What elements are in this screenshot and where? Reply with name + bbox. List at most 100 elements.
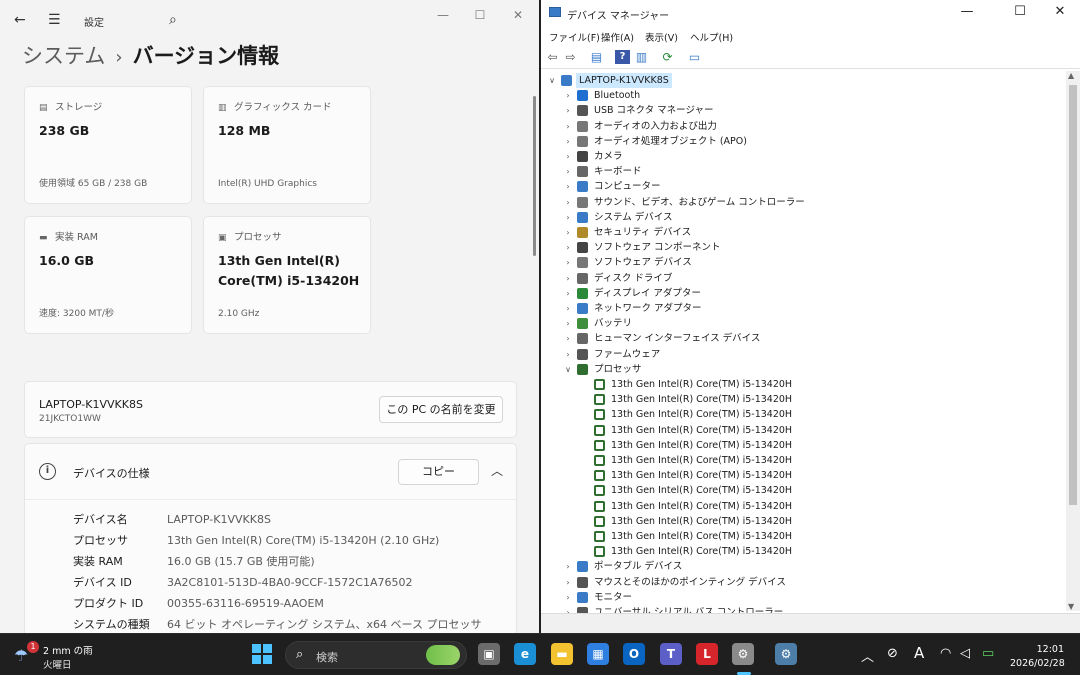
search-icon[interactable]: ⌕: [169, 12, 177, 28]
storage-icon: ▤: [39, 103, 48, 113]
edge-icon[interactable]: e: [514, 643, 536, 665]
collapsed-chevron-icon[interactable]: ›: [563, 88, 573, 103]
breadcrumb-system[interactable]: システム: [22, 44, 105, 68]
device-category-icon: [577, 576, 588, 588]
start-button[interactable]: [252, 644, 272, 664]
maximize-button[interactable]: ☐: [1009, 4, 1031, 19]
scan-hardware-icon[interactable]: ⟳: [660, 50, 675, 64]
volume-icon[interactable]: ◁: [960, 646, 970, 661]
monitor-icon[interactable]: ▭: [687, 50, 702, 64]
taskbar: ☂ 1 2 mm の雨 火曜日 ⌕ 検索 ▣ e ▬ ▦ O T L ⚙ ⚙ ︿ ⊘ A ◠ ◁…: [0, 633, 1080, 675]
weather-umbrella-icon[interactable]: ☂: [14, 646, 28, 665]
collapsed-chevron-icon[interactable]: ›: [563, 590, 573, 605]
tree-item-label: ディスプレイ アダプター: [594, 287, 701, 299]
device-category-icon: [577, 591, 588, 603]
back-arrow-icon[interactable]: ←: [14, 12, 26, 28]
menu-view[interactable]: 表示(V): [645, 30, 678, 44]
menu-help[interactable]: ヘルプ(H): [690, 30, 733, 44]
copy-button[interactable]: コピー: [398, 459, 479, 485]
collapsed-chevron-icon[interactable]: ›: [563, 559, 573, 574]
processor-icon: ▣: [218, 233, 227, 243]
close-button[interactable]: ✕: [506, 6, 530, 24]
rename-pc-button[interactable]: この PC の名前を変更: [379, 396, 503, 423]
minimize-button[interactable]: —: [956, 4, 978, 19]
collapsed-chevron-icon[interactable]: ›: [563, 134, 573, 149]
forward-icon[interactable]: ⇨: [563, 50, 578, 64]
file-explorer-icon[interactable]: ▬: [551, 643, 573, 665]
graphics-card[interactable]: ▥ グラフィックス カード 128 MB Intel(R) UHD Graphic…: [203, 86, 371, 204]
ram-label-row: ▬ 実装 RAM: [39, 229, 98, 243]
update-driver-icon[interactable]: ▥: [634, 50, 649, 64]
collapsed-chevron-icon[interactable]: ›: [563, 286, 573, 301]
device-category-icon: [577, 135, 588, 147]
device-manager-icon[interactable]: ⚙: [732, 643, 754, 665]
wifi-icon[interactable]: ◠: [940, 646, 951, 661]
collapsed-chevron-icon[interactable]: ›: [563, 240, 573, 255]
settings-scrollbar[interactable]: [533, 96, 536, 256]
collapsed-chevron-icon[interactable]: ›: [563, 575, 573, 590]
collapsed-chevron-icon[interactable]: ›: [563, 103, 573, 118]
device-category-icon: [577, 227, 588, 238]
menu-action[interactable]: 操作(A): [601, 30, 634, 44]
collapsed-chevron-icon[interactable]: ›: [563, 301, 573, 316]
help-icon[interactable]: ?: [615, 50, 630, 64]
hamburger-menu-icon[interactable]: ☰: [48, 12, 61, 28]
tree-item-label: ヒューマン インターフェイス デバイス: [594, 333, 761, 345]
tree-item-label: ネットワーク アダプター: [594, 303, 702, 314]
tree-item-label: ポータブル デバイス: [594, 561, 683, 573]
teams-icon[interactable]: T: [660, 643, 682, 665]
scroll-down-icon[interactable]: ▼: [1068, 602, 1074, 611]
minimize-button[interactable]: —: [431, 6, 455, 24]
device-spec-header[interactable]: i デバイスの仕様 コピー ︿: [25, 444, 516, 500]
maximize-button[interactable]: ☐: [468, 6, 492, 24]
spec-key: プロダクト ID: [73, 597, 144, 610]
collapsed-chevron-icon[interactable]: ›: [563, 164, 573, 179]
ime-indicator[interactable]: A: [914, 644, 924, 662]
collapsed-chevron-icon[interactable]: ›: [563, 225, 573, 240]
collapsed-chevron-icon[interactable]: ›: [563, 331, 573, 346]
pc-name: LAPTOP-K1VVKK8S: [39, 398, 143, 411]
clock[interactable]: 12:01 2026/02/28: [1010, 643, 1065, 671]
settings-icon[interactable]: ⚙: [775, 643, 797, 665]
collapsed-chevron-icon[interactable]: ›: [563, 316, 573, 331]
back-icon[interactable]: ⇦: [545, 50, 560, 64]
tree-item-label: オーディオの入力および出力: [594, 120, 717, 132]
scroll-thumb[interactable]: [1069, 85, 1077, 505]
spec-row: 実装 RAM 16.0 GB (15.7 GB 使用可能): [73, 553, 315, 569]
storage-card[interactable]: ▤ ストレージ 238 GB 使用領域 65 GB / 238 GB: [24, 86, 192, 204]
collapsed-chevron-icon[interactable]: ›: [563, 119, 573, 134]
tree-item-label: Bluetooth: [594, 90, 641, 102]
collapsed-chevron-icon[interactable]: ›: [563, 255, 573, 270]
red-l-app-icon[interactable]: L: [696, 643, 718, 665]
spec-value: 00355-63116-69519-AAOEM: [167, 597, 324, 610]
task-view-icon[interactable]: ▣: [478, 643, 500, 665]
expanded-chevron-icon[interactable]: ∨: [547, 73, 557, 88]
chevron-up-icon[interactable]: ︿: [861, 646, 874, 665]
weather-text[interactable]: 2 mm の雨: [43, 643, 93, 657]
settings-title: 設定: [84, 18, 104, 29]
collapsed-chevron-icon[interactable]: ›: [563, 271, 573, 286]
battery-icon[interactable]: ▭: [982, 646, 994, 661]
processor-card[interactable]: ▣ プロセッサ 13th Gen Intel(R) Core(TM) i5-134…: [203, 216, 371, 334]
collapsed-chevron-icon[interactable]: ›: [563, 149, 573, 164]
weather-day[interactable]: 火曜日: [43, 657, 72, 671]
outlook-icon[interactable]: O: [623, 643, 645, 665]
taskbar-search[interactable]: ⌕ 検索: [285, 641, 467, 669]
close-button[interactable]: ✕: [1049, 4, 1071, 19]
processor-sub: 2.10 GHz: [218, 309, 260, 319]
scroll-up-icon[interactable]: ▲: [1068, 71, 1074, 80]
collapsed-chevron-icon[interactable]: ›: [563, 179, 573, 194]
chevron-up-icon[interactable]: ︿: [491, 462, 503, 479]
ram-card[interactable]: ▬ 実装 RAM 16.0 GB 速度: 3200 MT/秒: [24, 216, 192, 334]
spec-value: LAPTOP-K1VVKK8S: [167, 513, 271, 526]
store-icon[interactable]: ▦: [587, 643, 609, 665]
menu-file[interactable]: ファイル(F): [549, 30, 600, 44]
collapsed-chevron-icon[interactable]: ›: [563, 210, 573, 225]
collapsed-chevron-icon[interactable]: ›: [563, 195, 573, 210]
device-category-icon: [577, 561, 588, 573]
collapsed-chevron-icon[interactable]: ›: [563, 347, 573, 362]
notifications-off-icon[interactable]: ⊘: [887, 646, 898, 661]
device-tree-scrollbar[interactable]: ▲ ▼: [1066, 71, 1080, 611]
expanded-chevron-icon[interactable]: ∨: [563, 362, 573, 377]
properties-icon[interactable]: ▤: [589, 50, 604, 64]
